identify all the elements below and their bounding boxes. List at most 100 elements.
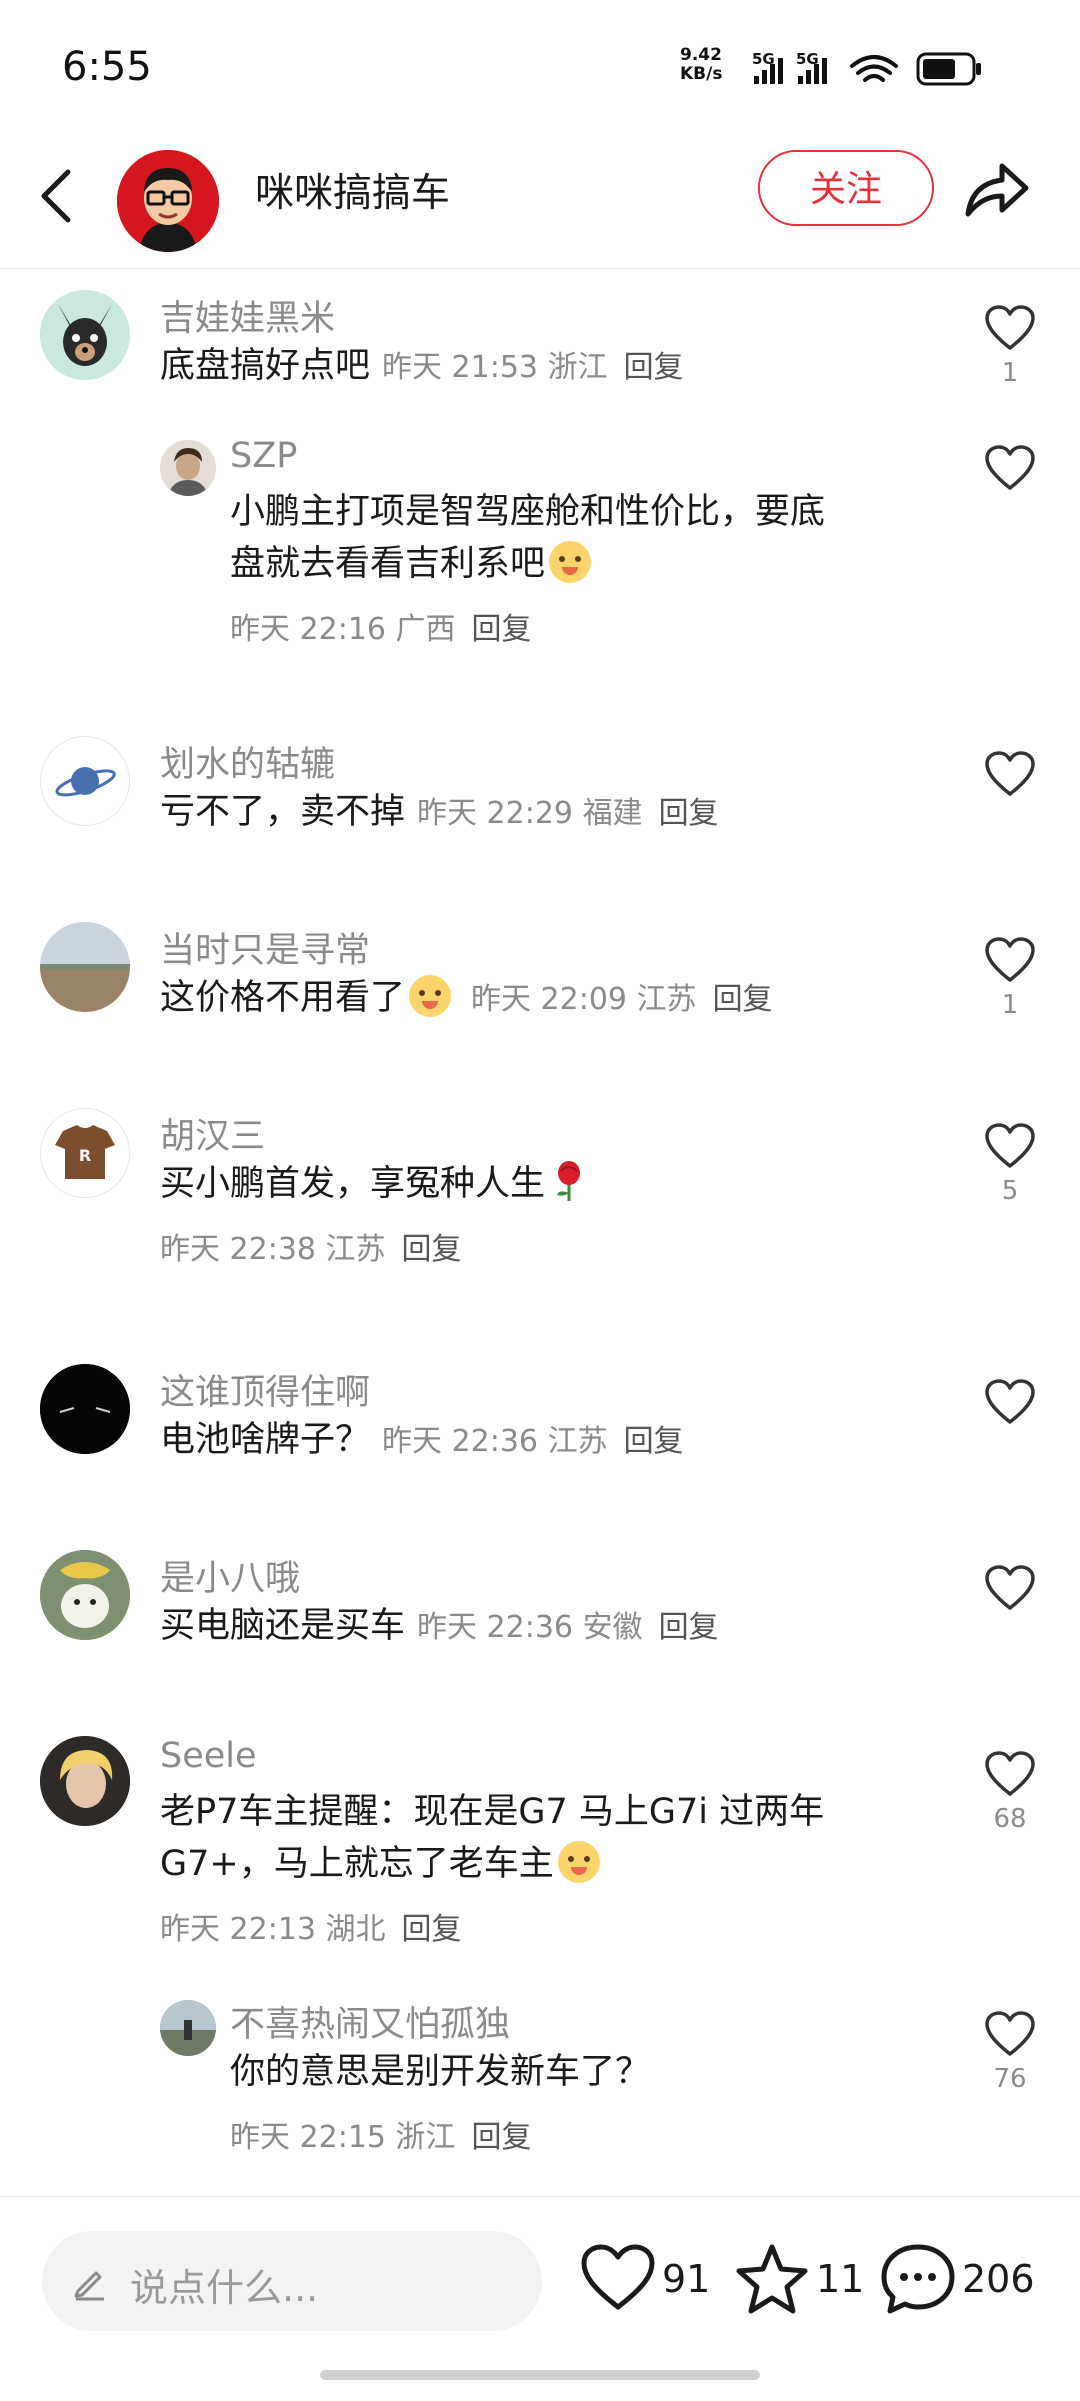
comment-author[interactable]: 划水的轱辘 <box>160 736 335 787</box>
rose-emoji-icon <box>557 1161 581 1201</box>
user-avatar[interactable] <box>40 290 130 380</box>
like-button[interactable]: 68 <box>978 1750 1042 1834</box>
comment-body: 电池啥牌子？ 昨天 22:36 江苏 回复 <box>160 1414 684 1468</box>
heart-icon <box>985 445 1035 490</box>
comment-meta: 昨天 22:36 江苏 回复 <box>382 1424 684 1459</box>
comment-time: 昨天 22:13 <box>160 1912 316 1947</box>
author-name[interactable]: 咪咪搞搞车 <box>255 162 450 218</box>
comment-meta: 昨天 22:29 福建 回复 <box>417 796 719 831</box>
like-button[interactable] <box>978 444 1042 498</box>
user-avatar[interactable] <box>160 2000 216 2056</box>
comment-author[interactable]: Seele <box>160 1736 257 1776</box>
like-button[interactable]: 5 <box>978 1122 1042 1206</box>
reply-button[interactable]: 回复 <box>624 1424 684 1459</box>
comment-author[interactable]: 不喜热闹又怕孤独 <box>230 1996 510 2047</box>
planet-avatar <box>55 767 116 797</box>
comment-meta: 昨天 22:38 江苏 回复 <box>160 1224 462 1268</box>
cartoon-blob-avatar <box>40 1550 130 1640</box>
comment-text-line-2: G7+，马上就忘了老车主 <box>160 1838 824 1890</box>
like-count: 1 <box>1001 990 1019 1020</box>
chevron-left-icon <box>41 169 71 223</box>
heart-icon <box>581 2244 655 2310</box>
heart-icon <box>985 937 1035 982</box>
user-avatar[interactable] <box>40 922 130 1012</box>
comment-location: 浙江 <box>395 2120 456 2155</box>
author-avatar[interactable] <box>117 150 219 252</box>
like-button[interactable]: 1 <box>978 936 1042 1020</box>
comment-author[interactable]: 这谁顶得住啊 <box>160 1364 370 1415</box>
user-avatar[interactable] <box>40 1550 130 1640</box>
comment-time: 昨天 22:15 <box>230 2120 386 2155</box>
like-button[interactable] <box>978 1378 1042 1432</box>
comment-author[interactable]: SZP <box>230 436 297 476</box>
comment-author[interactable]: 吉娃娃黑米 <box>160 290 335 341</box>
like-count: 76 <box>993 2064 1027 2094</box>
reply-button[interactable]: 回复 <box>713 982 773 1017</box>
comment-meta: 昨天 22:16 广西 回复 <box>230 604 532 648</box>
user-avatar[interactable] <box>40 1736 130 1826</box>
comment-time: 昨天 22:36 <box>417 1610 574 1645</box>
comment-body: 这价格不用看了 昨天 22:09 江苏 回复 <box>160 972 773 1026</box>
like-button[interactable] <box>978 1564 1042 1618</box>
reply-button[interactable]: 回复 <box>472 612 532 647</box>
comment-body: 买电脑还是买车 昨天 22:36 安徽 回复 <box>160 1600 719 1654</box>
chat-bubble-icon <box>881 2244 955 2314</box>
svg-text:R: R <box>79 1146 91 1165</box>
follow-button[interactable]: 关注 <box>758 150 934 226</box>
comment-text-line: 老P7车主提醒：现在是G7 马上G7i 过两年 <box>160 1792 825 1832</box>
comment-body: 买小鹏首发，享冤种人生 <box>160 1158 587 1210</box>
comment-author[interactable]: 是小八哦 <box>160 1550 300 1601</box>
wifi-icon <box>850 55 898 82</box>
reply-button[interactable]: 回复 <box>402 1232 462 1267</box>
comment-time: 昨天 22:16 <box>230 612 386 647</box>
signal-icons: 5G 5G <box>752 50 981 86</box>
user-avatar[interactable]: R <box>40 1108 130 1198</box>
comment-location: 江苏 <box>547 1424 608 1459</box>
heart-icon <box>985 751 1035 796</box>
comment-location: 江苏 <box>636 982 697 1017</box>
comment-time: 昨天 21:53 <box>382 350 539 385</box>
comment-text-line: G7+，马上就忘了老车主 <box>160 1844 554 1884</box>
user-avatar[interactable] <box>40 1364 130 1454</box>
reply-button[interactable]: 回复 <box>659 796 719 831</box>
like-button[interactable]: 1 <box>978 304 1042 388</box>
like-button[interactable]: 76 <box>978 2010 1042 2094</box>
user-avatar[interactable] <box>160 440 216 496</box>
comment-location: 湖北 <box>325 1912 386 1947</box>
comment-input[interactable]: 说点什么... <box>42 2231 542 2331</box>
reply-button[interactable]: 回复 <box>624 350 684 385</box>
status-bar: 6:55 9.42 KB/s 5G 5G <box>0 0 1080 130</box>
like-count: 91 <box>662 2257 711 2301</box>
reply-button[interactable]: 回复 <box>472 2120 532 2155</box>
like-button[interactable] <box>978 750 1042 804</box>
comment-text-line: 盘就去看看吉利系吧 <box>230 544 546 584</box>
home-indicator[interactable] <box>320 2370 760 2380</box>
comment-author[interactable]: 胡汉三 <box>160 1108 265 1159</box>
comments-button[interactable]: 206 <box>880 2243 1050 2319</box>
status-time: 6:55 <box>62 44 152 90</box>
comment-meta: 昨天 22:13 湖北 回复 <box>160 1904 462 1948</box>
comment-meta: 昨天 21:53 浙江 回复 <box>382 350 684 385</box>
back-button[interactable] <box>30 160 86 232</box>
favorite-button[interactable]: 11 <box>734 2243 864 2319</box>
comment-body: 亏不了，卖不掉 昨天 22:29 福建 回复 <box>160 786 719 840</box>
user-avatar[interactable] <box>40 736 130 826</box>
comment-time: 昨天 22:38 <box>160 1232 316 1267</box>
comment-text: 买电脑还是买车 <box>160 1606 406 1646</box>
comment-location: 浙江 <box>547 350 608 385</box>
landscape-avatar <box>40 922 130 1012</box>
comment-meta: 昨天 22:09 江苏 回复 <box>471 982 773 1017</box>
comment-text: 买小鹏首发，享冤种人生 <box>160 1164 546 1204</box>
comment-location: 安徽 <box>582 1610 643 1645</box>
reply-button[interactable]: 回复 <box>402 1912 462 1947</box>
share-button[interactable] <box>962 154 1032 224</box>
like-post-button[interactable]: 91 <box>580 2243 710 2319</box>
comment-text: 你的意思是别开发新车了？ <box>230 2052 651 2092</box>
comment-meta: 昨天 22:36 安徽 回复 <box>417 1610 719 1645</box>
share-arrow-icon <box>965 163 1029 217</box>
comment-body: 底盘搞好点吧 昨天 21:53 浙江 回复 <box>160 340 684 394</box>
reply-button[interactable]: 回复 <box>659 1610 719 1645</box>
comment-time: 昨天 22:29 <box>417 796 574 831</box>
network-speed-value: 9.42 <box>680 45 722 65</box>
comment-author[interactable]: 当时只是寻常 <box>160 922 370 973</box>
